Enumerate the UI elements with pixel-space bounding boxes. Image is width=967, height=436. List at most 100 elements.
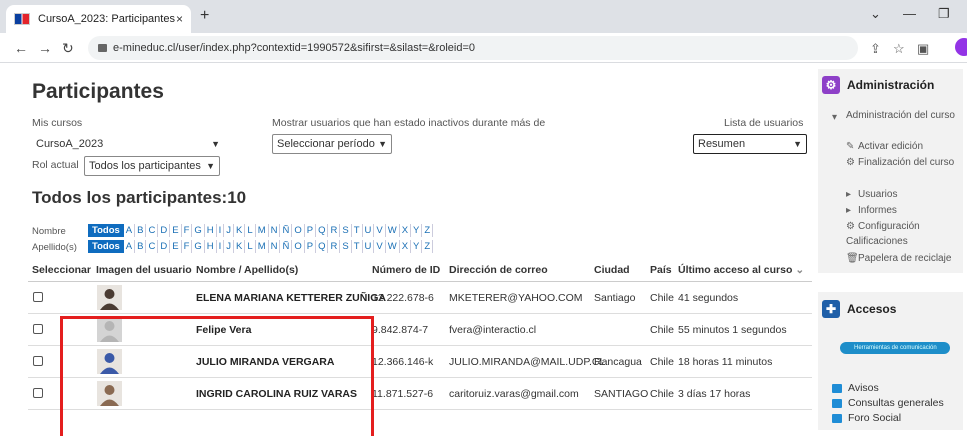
admin-item-completion[interactable]: ⚙ Finalización del curso <box>846 155 958 170</box>
letter-filter[interactable]: Z <box>422 224 434 237</box>
browser-tab[interactable]: CursoA_2023: Participantes × <box>6 5 191 33</box>
letter-filter[interactable]: P <box>305 224 317 237</box>
letter-filter[interactable]: O <box>292 224 305 237</box>
letter-filter[interactable]: F <box>182 224 193 237</box>
communication-tools-banner[interactable]: Herramientas de comunicación <box>840 342 950 354</box>
letter-filter[interactable]: T <box>352 240 363 253</box>
letter-filter[interactable]: L <box>245 240 256 253</box>
role-select[interactable]: Todos los participantes ▼ <box>84 156 220 176</box>
letter-filter[interactable]: O <box>292 240 305 253</box>
letter-filter[interactable]: X <box>400 240 412 253</box>
letter-filter[interactable]: A <box>124 224 136 237</box>
restore-icon[interactable]: ❐ <box>938 6 950 22</box>
select-checkbox[interactable] <box>33 388 43 398</box>
letter-filter[interactable]: J <box>224 240 235 253</box>
letter-filter[interactable]: Y <box>411 240 423 253</box>
user-avatar[interactable] <box>97 349 122 374</box>
letter-filter[interactable]: M <box>256 240 269 253</box>
letter-filter[interactable]: U <box>363 224 375 237</box>
header-last-access[interactable]: Último acceso al curso ⌄ <box>678 264 804 276</box>
user-avatar[interactable] <box>97 381 122 406</box>
letter-filter[interactable]: S <box>340 224 352 237</box>
letter-filter[interactable]: Y <box>411 224 423 237</box>
header-id-number[interactable]: Número de ID <box>372 264 440 276</box>
letter-filter[interactable]: E <box>170 224 182 237</box>
admin-item-edit[interactable]: ✎ Activar edición <box>846 139 923 154</box>
side-panel-icon[interactable]: ▣ <box>917 41 929 57</box>
letter-filter[interactable]: N <box>269 240 281 253</box>
letter-filter[interactable]: F <box>182 240 193 253</box>
access-item-general-questions[interactable]: Consultas generales <box>832 397 944 409</box>
select-checkbox[interactable] <box>33 356 43 366</box>
letter-filter[interactable]: U <box>363 240 375 253</box>
share-icon[interactable]: ⇪ <box>870 41 881 57</box>
letter-filter[interactable]: W <box>386 224 400 237</box>
user-name-link[interactable]: INGRID CAROLINA RUIZ VARAS <box>196 388 357 400</box>
letter-filter[interactable]: D <box>158 224 171 237</box>
url-field[interactable]: e-mineduc.cl/user/index.php?contextid=19… <box>88 36 858 60</box>
select-checkbox[interactable] <box>33 292 43 302</box>
header-email[interactable]: Dirección de correo <box>449 264 548 276</box>
new-tab-icon[interactable]: + <box>200 7 209 25</box>
letter-filter[interactable]: C <box>146 240 159 253</box>
header-select[interactable]: Seleccionar <box>32 264 91 276</box>
letter-filter[interactable]: J <box>224 224 235 237</box>
letter-filter[interactable]: N <box>269 224 281 237</box>
header-country[interactable]: País <box>650 264 672 276</box>
tab-close-icon[interactable]: × <box>176 12 183 26</box>
period-select[interactable]: Seleccionar período ▼ <box>272 134 392 154</box>
user-list-select[interactable]: Resumen ▼ <box>693 134 807 154</box>
forward-icon[interactable]: → <box>38 40 52 56</box>
access-item-social-forum[interactable]: Foro Social <box>832 412 901 424</box>
user-avatar[interactable] <box>97 317 122 342</box>
letter-filter[interactable]: I <box>217 240 225 253</box>
back-icon[interactable]: ← <box>14 40 28 56</box>
letter-filter[interactable]: L <box>245 224 256 237</box>
letter-filter[interactable]: D <box>158 240 171 253</box>
letter-all[interactable]: Todos <box>88 224 124 237</box>
letter-filter[interactable]: C <box>146 224 159 237</box>
course-admin-node[interactable]: ▾ Administración del curso <box>832 108 959 123</box>
letter-filter[interactable]: G <box>192 240 205 253</box>
letter-filter[interactable]: T <box>352 224 363 237</box>
letter-all[interactable]: Todos <box>88 240 124 253</box>
tab-search-icon[interactable]: ⌄ <box>870 6 881 22</box>
letter-filter[interactable]: A <box>124 240 136 253</box>
letter-filter[interactable]: Q <box>316 224 329 237</box>
minimize-icon[interactable]: — <box>903 6 916 21</box>
letter-filter[interactable]: G <box>192 224 205 237</box>
admin-item-grades[interactable]: ⚙ Configuración Calificaciones <box>846 219 958 249</box>
access-item-announcements[interactable]: Avisos <box>832 382 879 394</box>
reload-icon[interactable]: ↻ <box>62 40 74 57</box>
letter-filter[interactable]: S <box>340 240 352 253</box>
letter-filter[interactable]: H <box>205 240 217 253</box>
letter-filter[interactable]: R <box>328 240 341 253</box>
user-name-link[interactable]: ELENA MARIANA KETTERER ZUÑIGA <box>196 292 386 304</box>
user-name-link[interactable]: JULIO MIRANDA VERGARA <box>196 356 334 368</box>
letter-filter[interactable]: B <box>135 240 147 253</box>
course-select[interactable]: CursoA_2023 ▼ <box>32 134 224 154</box>
bookmark-star-icon[interactable]: ☆ <box>893 41 905 57</box>
letter-filter[interactable]: Q <box>316 240 329 253</box>
user-name-link[interactable]: Felipe Vera <box>196 324 251 336</box>
letter-filter[interactable]: R <box>328 224 341 237</box>
letter-filter[interactable]: B <box>135 224 147 237</box>
letter-filter[interactable]: E <box>170 240 182 253</box>
admin-item-reports[interactable]: ▸ Informes <box>846 203 897 218</box>
admin-item-recycle[interactable]: 🗑Papelera de reciclaje <box>846 251 951 266</box>
admin-item-users[interactable]: ▸ Usuarios <box>846 187 897 202</box>
profile-avatar[interactable] <box>955 38 967 56</box>
letter-filter[interactable]: V <box>374 224 386 237</box>
header-city[interactable]: Ciudad <box>594 264 630 276</box>
letter-filter[interactable]: P <box>305 240 317 253</box>
select-checkbox[interactable] <box>33 324 43 334</box>
letter-filter[interactable]: W <box>386 240 400 253</box>
user-avatar[interactable] <box>97 285 122 310</box>
header-name[interactable]: Nombre / Apellido(s) <box>196 264 298 276</box>
letter-filter[interactable]: K <box>234 224 246 237</box>
letter-filter[interactable]: K <box>234 240 246 253</box>
letter-filter[interactable]: M <box>256 224 269 237</box>
letter-filter[interactable]: Z <box>422 240 434 253</box>
letter-filter[interactable]: Ñ <box>280 224 293 237</box>
letter-filter[interactable]: Ñ <box>280 240 293 253</box>
